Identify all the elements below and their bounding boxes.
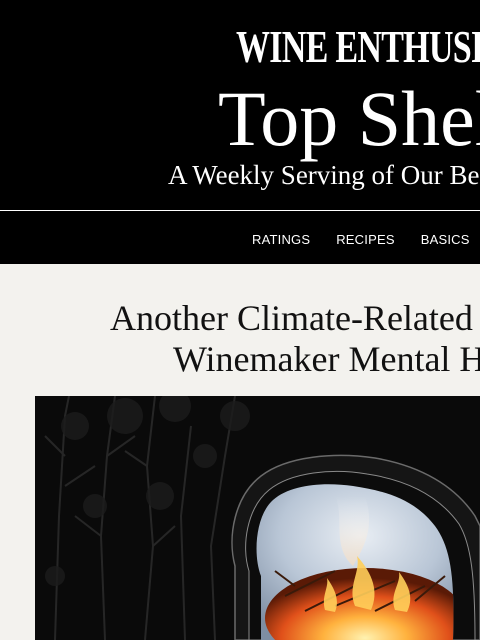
main-nav: RATINGS RECIPES BASICS [252, 230, 480, 250]
nav-basics-link[interactable]: BASICS [421, 230, 470, 250]
hero-image-art [35, 396, 480, 640]
header-divider [0, 210, 480, 211]
article-headline[interactable]: Another Climate-Related I Winemaker Ment… [110, 298, 480, 380]
headline-line-1: Another Climate-Related I [110, 298, 480, 338]
brand-logo[interactable]: WINE ENTHUSIAST [236, 24, 480, 70]
nav-ratings-link[interactable]: RATINGS [252, 230, 310, 250]
headline-line-2: Winemaker Mental He [173, 339, 480, 379]
masthead: WINE ENTHUSIAST Top Shel A Weekly Servin… [0, 0, 480, 264]
newsletter-tagline: A Weekly Serving of Our Bes [168, 160, 480, 190]
hero-image[interactable] [35, 396, 480, 640]
newsletter-title: Top Shel [218, 75, 480, 162]
nav-recipes-link[interactable]: RECIPES [336, 230, 394, 250]
